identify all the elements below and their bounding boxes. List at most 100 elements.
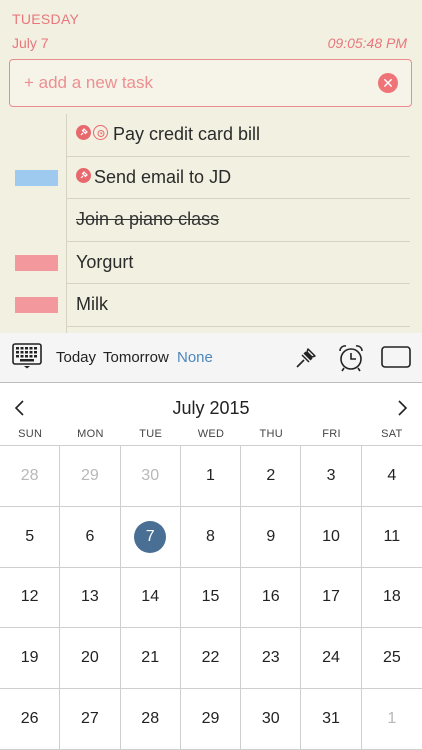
- task-color-tag: [15, 169, 58, 186]
- calendar-day-cell[interactable]: 26: [0, 689, 61, 750]
- calendar-day-number: 20: [81, 649, 99, 667]
- task-row[interactable]: Milk: [0, 284, 422, 327]
- task-row[interactable]: Yorgurt: [0, 242, 422, 284]
- calendar-day-number: 3: [326, 466, 336, 484]
- calendar-day-cell[interactable]: 23: [241, 628, 302, 690]
- calendar-day-cell[interactable]: 22: [180, 628, 242, 690]
- calendar-day-number: 14: [141, 588, 160, 606]
- next-month-chevron-icon[interactable]: [390, 396, 414, 420]
- calendar-day-number: 29: [81, 466, 99, 484]
- calendar-day-number: 24: [322, 649, 340, 667]
- date-label: July 7: [12, 35, 49, 51]
- weekday-label: WED: [197, 428, 225, 440]
- task-icons: [76, 125, 108, 140]
- calendar-day-number: 5: [25, 527, 35, 545]
- calendar-day-number: 17: [322, 588, 340, 606]
- alarm-icon: [93, 125, 108, 140]
- calendar-day-cell[interactable]: 15: [180, 567, 242, 629]
- calendar-day-cell[interactable]: 18: [361, 568, 422, 629]
- calendar-day-number: 31: [322, 710, 340, 728]
- calendar-day-number: 23: [261, 649, 280, 667]
- weekday-label: FRI: [322, 428, 341, 440]
- weekday-label: TUESDAY: [12, 11, 80, 27]
- task-color-tag: [15, 297, 58, 313]
- calendar-day-number: 30: [141, 466, 160, 484]
- calendar-day-cell[interactable]: 8: [180, 506, 242, 568]
- task-label: Milk: [76, 294, 108, 314]
- task-list: Pay credit card bill Send email to JD Jo…: [0, 114, 422, 327]
- task-row[interactable]: Send email to JD: [0, 157, 422, 199]
- calendar-day-cell[interactable]: 24: [301, 628, 362, 690]
- calendar-day-cell[interactable]: 1: [180, 446, 242, 507]
- pin-icon: [76, 167, 91, 183]
- calendar-day-cell[interactable]: 6: [60, 506, 121, 568]
- calendar-day-cell[interactable]: 16: [241, 567, 302, 629]
- calendar-day-number: 15: [201, 588, 220, 606]
- task-color-tag: [15, 254, 58, 271]
- none-option[interactable]: None: [177, 349, 213, 366]
- calendar-day-cell[interactable]: 31: [301, 689, 362, 750]
- calendar-day-number: 21: [141, 649, 160, 667]
- task-row[interactable]: Join a piano class: [0, 199, 422, 242]
- task-row[interactable]: Pay credit card bill: [0, 114, 422, 157]
- calendar-day-cell[interactable]: 5: [0, 506, 61, 568]
- today-option[interactable]: Today: [56, 349, 96, 366]
- keyboard-icon[interactable]: [12, 343, 42, 369]
- task-label: Send email to JD: [94, 166, 232, 187]
- calendar-day-number: 30: [261, 710, 280, 728]
- calendar-day-cell[interactable]: 30: [241, 689, 302, 750]
- calendar-day-cell[interactable]: 13: [60, 567, 121, 629]
- calendar-day-number: 1: [206, 466, 215, 484]
- calendar-day-number: 1: [387, 710, 397, 728]
- calendar-day-cell[interactable]: 2: [241, 446, 302, 507]
- calendar-day-cell[interactable]: 12: [0, 567, 61, 629]
- calendar-day-cell[interactable]: 27: [60, 689, 121, 750]
- color-tag-icon[interactable]: [381, 346, 411, 373]
- calendar-day-cell[interactable]: 9: [241, 506, 302, 568]
- task-icons: [76, 167, 91, 183]
- calendar-day-number: 16: [261, 588, 280, 606]
- calendar-day-number: 22: [201, 649, 220, 667]
- clock-label: 09:05:48 PM: [327, 35, 407, 51]
- calendar-day-cell[interactable]: 29: [60, 446, 121, 507]
- calendar-day-number: 8: [206, 527, 215, 545]
- weekday-label: SAT: [381, 428, 403, 440]
- calendar-day-cell[interactable]: 29: [180, 689, 242, 750]
- task-label: Join a piano class: [76, 209, 220, 229]
- calendar-day-cell[interactable]: 19: [0, 628, 61, 690]
- task-label: Yorgurt: [76, 251, 134, 272]
- calendar-day-cell[interactable]: 30: [120, 446, 181, 507]
- calendar-day-number: 11: [383, 527, 401, 545]
- calendar-day-cell[interactable]: 1: [361, 689, 422, 750]
- calendar-day-number: 13: [81, 588, 99, 606]
- clear-icon[interactable]: ✕: [378, 73, 398, 93]
- calendar-day-cell[interactable]: 3: [301, 446, 362, 507]
- weekday-label: SUN: [18, 428, 43, 440]
- calendar-day-cell[interactable]: 10: [301, 506, 362, 568]
- alarm-clock-icon[interactable]: [336, 343, 366, 378]
- add-task-box[interactable]: ✕: [9, 59, 412, 107]
- calendar-day-number: 2: [266, 466, 276, 484]
- calendar-day-cell[interactable]: 28: [0, 446, 61, 507]
- calendar-day-cell[interactable]: 25: [361, 628, 422, 690]
- pin-icon: [76, 125, 91, 140]
- calendar-day-cell[interactable]: 21: [120, 628, 181, 690]
- calendar-day-number: 25: [382, 649, 401, 667]
- calendar-day-cell[interactable]: 28: [120, 689, 181, 750]
- task-divider: [66, 325, 410, 327]
- weekday-label: TUE: [139, 428, 163, 440]
- calendar-day-number: 10: [322, 527, 340, 545]
- calendar-day-cell[interactable]: 17: [301, 567, 362, 629]
- calendar-grid: 28 29 30 1 2 3 4 5 6 7 8 9 10 11 12 13 14 15 16 17 18 19 20 21 2…: [0, 445, 422, 750]
- calendar-day-cell[interactable]: 11: [361, 507, 422, 568]
- tomorrow-option[interactable]: Tomorrow: [103, 349, 169, 366]
- calendar-day-number: 18: [382, 588, 401, 606]
- calendar-day-cell[interactable]: 20: [60, 628, 121, 690]
- calendar-day-number: 12: [20, 588, 39, 606]
- calendar-day-cell[interactable]: 14: [120, 567, 181, 629]
- calendar-day-cell-selected[interactable]: 7: [120, 506, 181, 568]
- pin-icon[interactable]: [293, 343, 321, 376]
- add-task-input[interactable]: [24, 72, 364, 94]
- task-label: Pay credit card bill: [113, 124, 261, 144]
- calendar-day-cell[interactable]: 4: [361, 446, 422, 507]
